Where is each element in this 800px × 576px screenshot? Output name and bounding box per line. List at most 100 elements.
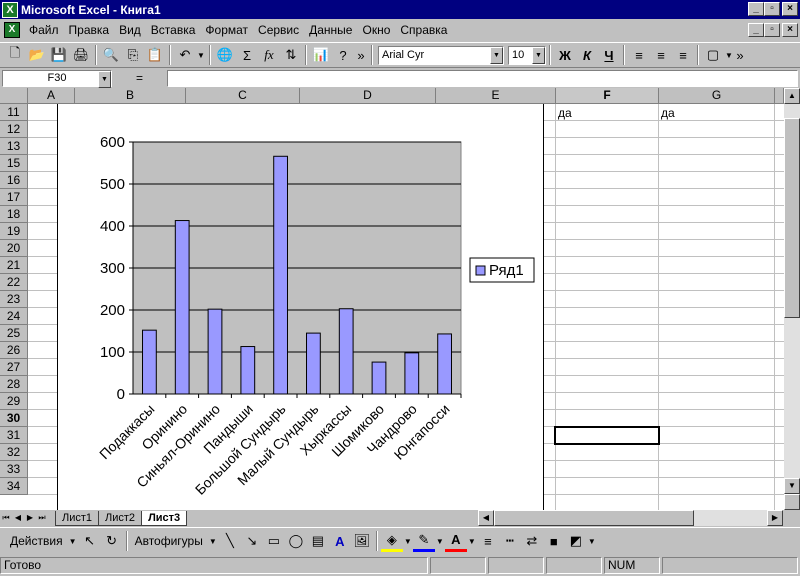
row-header[interactable]: 33 — [0, 461, 28, 478]
arrow-icon[interactable]: ↘ — [241, 530, 263, 552]
cell-f12[interactable]: да — [558, 106, 572, 120]
prev-sheet-icon[interactable]: ◀ — [12, 511, 24, 525]
chart-wizard-icon[interactable]: 📊 — [310, 44, 332, 66]
row-header[interactable]: 12 — [0, 121, 28, 138]
open-icon[interactable]: 📂 — [26, 44, 48, 66]
last-sheet-icon[interactable]: ⏭ — [36, 511, 48, 525]
menu-edit[interactable]: Правка — [64, 23, 115, 37]
borders-dropdown-icon[interactable]: ▼ — [724, 44, 734, 66]
select-all-corner[interactable] — [0, 88, 28, 104]
row-header[interactable]: 32 — [0, 444, 28, 461]
vertical-scrollbar[interactable]: ▲ ▼ — [784, 88, 800, 510]
row-header[interactable]: 25 — [0, 325, 28, 342]
column-header[interactable]: F — [556, 88, 659, 104]
menu-format[interactable]: Формат — [200, 23, 253, 37]
minimize-button[interactable]: _ — [748, 2, 764, 16]
rectangle-icon[interactable]: ▭ — [263, 530, 285, 552]
scroll-left-icon[interactable]: ◀ — [478, 510, 494, 526]
free-rotate-icon[interactable]: ↻ — [101, 530, 123, 552]
vertical-scroll-thumb[interactable] — [784, 118, 800, 318]
arrow-style-icon[interactable]: ⇄ — [521, 530, 543, 552]
row-header[interactable]: 13 — [0, 138, 28, 155]
print-preview-icon[interactable]: 🔍 — [100, 44, 122, 66]
next-sheet-icon[interactable]: ▶ — [24, 511, 36, 525]
horizontal-scroll-thumb[interactable] — [494, 510, 694, 526]
row-header[interactable]: 15 — [0, 155, 28, 172]
menu-help[interactable]: Справка — [395, 23, 452, 37]
clipart-icon[interactable]: 🖼 — [351, 530, 373, 552]
tab-sheet2[interactable]: Лист2 — [98, 510, 143, 526]
column-header[interactable]: B — [75, 88, 186, 104]
row-header[interactable]: 20 — [0, 240, 28, 257]
font-color-icon[interactable]: A — [444, 530, 467, 552]
function-icon[interactable]: fx — [258, 44, 280, 66]
chevron-down-icon[interactable]: ▼ — [490, 46, 503, 64]
chevron-down-icon[interactable]: ▼ — [98, 70, 111, 88]
chevron-down-icon[interactable]: ▼ — [532, 46, 545, 64]
undo-dropdown-icon[interactable]: ▼ — [196, 44, 206, 66]
row-header[interactable]: 19 — [0, 223, 28, 240]
tab-sheet3[interactable]: Лист3 — [141, 510, 188, 526]
line-style-icon[interactable]: ≡ — [477, 530, 499, 552]
toolbar-more-icon[interactable]: » — [354, 44, 368, 66]
copy-icon[interactable]: ⎘ — [122, 44, 144, 66]
row-header[interactable]: 16 — [0, 172, 28, 189]
name-box[interactable]: F30 ▼ — [2, 69, 112, 88]
doc-restore-button[interactable]: ▫ — [764, 23, 780, 37]
horizontal-scrollbar[interactable]: ◀ ▶ — [478, 510, 783, 526]
borders-icon[interactable]: ▢ — [702, 44, 724, 66]
cell-g12[interactable]: да — [661, 106, 675, 120]
shadow-icon[interactable]: ■ — [543, 530, 565, 552]
row-header[interactable]: 18 — [0, 206, 28, 223]
split-box-icon[interactable] — [784, 494, 800, 510]
align-left-icon[interactable]: ≡ — [628, 44, 650, 66]
autoshapes-menu[interactable]: Автофигуры — [131, 534, 207, 548]
row-header[interactable]: 34 — [0, 478, 28, 495]
menu-window[interactable]: Окно — [357, 23, 395, 37]
menu-view[interactable]: Вид — [114, 23, 146, 37]
font-size-select[interactable]: 10 ▼ — [508, 45, 546, 65]
menu-data[interactable]: Данные — [304, 23, 357, 37]
scroll-down-icon[interactable]: ▼ — [784, 478, 800, 494]
autosum-icon[interactable]: Σ — [236, 44, 258, 66]
tab-sheet1[interactable]: Лист1 — [55, 510, 100, 526]
chevron-down-icon[interactable]: ▼ — [403, 530, 413, 552]
paste-icon[interactable]: 📋 — [144, 44, 166, 66]
column-header[interactable]: G — [659, 88, 775, 104]
draw-actions-menu[interactable]: Действия — [6, 534, 67, 548]
row-header[interactable]: 26 — [0, 342, 28, 359]
fill-color-icon[interactable]: ◈ — [380, 530, 403, 552]
line-color-icon[interactable]: ✎ — [412, 530, 435, 552]
print-icon[interactable]: 🖨 — [70, 44, 92, 66]
chevron-down-icon[interactable]: ▼ — [67, 530, 79, 552]
column-header-partial[interactable] — [775, 88, 784, 104]
menu-insert[interactable]: Вставка — [146, 23, 201, 37]
toolbar-more-icon[interactable]: » — [734, 44, 746, 66]
doc-close-button[interactable]: × — [782, 23, 798, 37]
underline-button[interactable]: Ч — [598, 44, 620, 66]
workbook-icon[interactable]: X — [4, 22, 20, 38]
row-header[interactable]: 21 — [0, 257, 28, 274]
line-icon[interactable]: ╲ — [219, 530, 241, 552]
chevron-down-icon[interactable]: ▼ — [435, 530, 445, 552]
scroll-right-icon[interactable]: ▶ — [767, 510, 783, 526]
menu-tools[interactable]: Сервис — [253, 23, 304, 37]
chevron-down-icon[interactable]: ▼ — [587, 530, 597, 552]
row-header[interactable]: 23 — [0, 291, 28, 308]
worksheet-grid[interactable]: A B C D E F G 11 12 13 15 16 17 18 19 20 21 22 23 24… — [0, 88, 784, 510]
column-header[interactable]: A — [28, 88, 75, 104]
scroll-up-icon[interactable]: ▲ — [784, 88, 800, 104]
formula-input[interactable] — [167, 69, 798, 87]
textbox-icon[interactable]: ▤ — [307, 530, 329, 552]
excel-app-icon[interactable]: X — [2, 1, 18, 18]
first-sheet-icon[interactable]: ⏮ — [0, 511, 12, 525]
italic-button[interactable]: К — [576, 44, 598, 66]
column-header[interactable]: C — [186, 88, 300, 104]
menu-file[interactable]: Файл — [24, 23, 64, 37]
row-header[interactable]: 30 — [0, 410, 28, 427]
row-header[interactable]: 29 — [0, 393, 28, 410]
row-header[interactable]: 31 — [0, 427, 28, 444]
doc-minimize-button[interactable]: _ — [748, 23, 764, 37]
sort-icon[interactable]: ⇅ — [280, 44, 302, 66]
hyperlink-icon[interactable]: 🌐 — [214, 44, 236, 66]
